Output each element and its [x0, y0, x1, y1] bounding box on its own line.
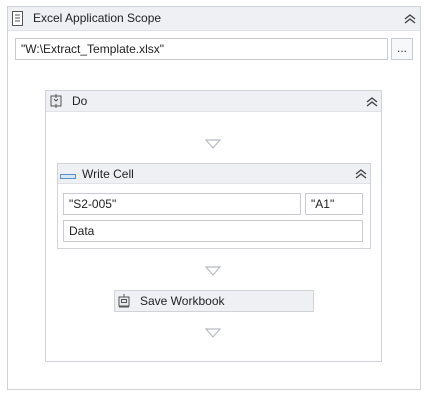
- collapse-write-cell-chevron-icon[interactable]: [354, 167, 368, 181]
- cell-range-input[interactable]: "A1": [305, 193, 363, 215]
- excel-scope-title: Excel Application Scope: [33, 11, 162, 25]
- save-workbook-title: Save Workbook: [140, 294, 225, 308]
- workbook-path-input[interactable]: "W:\Extract_Template.xlsx": [15, 38, 388, 60]
- save-workbook-icon: [117, 294, 131, 311]
- collapse-scope-chevron-icon[interactable]: [403, 12, 417, 26]
- drop-target-arrow-icon[interactable]: [204, 138, 222, 152]
- collapse-do-chevron-icon[interactable]: [365, 95, 379, 109]
- drop-target-arrow-icon[interactable]: [204, 265, 222, 279]
- browse-button[interactable]: ...: [391, 38, 413, 60]
- sheet-name-input[interactable]: "S2-005": [63, 193, 301, 215]
- sequence-icon: [49, 94, 63, 111]
- write-cell-title: Write Cell: [82, 167, 134, 181]
- drop-target-arrow-icon[interactable]: [204, 327, 222, 341]
- do-title: Do: [72, 94, 88, 108]
- do-sequence-header[interactable]: [46, 91, 381, 112]
- excel-scope-icon: [12, 11, 23, 29]
- write-cell-icon: [60, 170, 76, 184]
- cell-value-input[interactable]: Data: [63, 220, 363, 242]
